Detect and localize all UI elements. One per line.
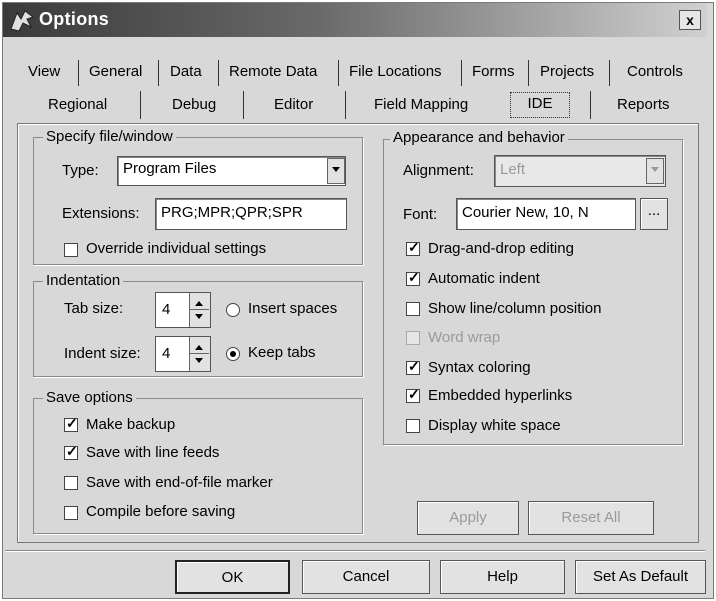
fox-logo-icon [10, 10, 35, 32]
tab-size-label: Tab size: [64, 300, 124, 317]
display-white-space-checkbox[interactable] [406, 419, 420, 433]
window-title: Options [39, 9, 110, 29]
tab-divider [78, 60, 79, 86]
tab-size-stepper[interactable]: 4 [155, 292, 211, 328]
override-settings-checkbox[interactable] [64, 243, 78, 257]
tab-size-value: 4 [162, 301, 171, 318]
automatic-indent-label: Automatic indent [428, 270, 540, 287]
tab-data[interactable]: Data [170, 63, 202, 80]
embedded-hyperlinks-label: Embedded hyperlinks [428, 387, 573, 404]
make-backup-label: Make backup [86, 416, 176, 433]
alignment-dropdown[interactable]: Left [494, 155, 666, 187]
keep-tabs-radio[interactable] [226, 347, 240, 361]
tab-divider [243, 91, 244, 119]
keep-tabs-label: Keep tabs [248, 344, 316, 361]
save-options-legend: Save options [43, 389, 136, 406]
embedded-hyperlinks-checkbox[interactable] [406, 386, 420, 403]
tab-ide[interactable]: IDE [510, 92, 570, 118]
indentation-group-legend: Indentation [43, 272, 124, 289]
tab-reports[interactable]: Reports [617, 96, 670, 113]
syntax-coloring-label: Syntax coloring [428, 359, 531, 376]
extensions-label: Extensions: [62, 205, 140, 222]
eof-marker-label: Save with end-of-file marker [86, 474, 273, 491]
font-label: Font: [403, 206, 438, 223]
tab-regional[interactable]: Regional [48, 96, 107, 113]
syntax-coloring-checkbox[interactable] [406, 358, 420, 375]
tab-general[interactable]: General [89, 63, 142, 80]
display-white-space-label: Display white space [428, 417, 561, 434]
tab-view[interactable]: View [28, 63, 60, 80]
drag-drop-checkbox[interactable] [406, 239, 420, 256]
compile-before-saving-label: Compile before saving [86, 503, 236, 520]
tab-divider [461, 60, 462, 86]
tab-debug[interactable]: Debug [172, 96, 216, 113]
set-as-default-button[interactable]: Set As Default [575, 560, 706, 594]
line-feeds-checkbox[interactable] [64, 443, 78, 460]
indent-size-value: 4 [162, 345, 171, 362]
close-button[interactable]: x [679, 10, 701, 30]
font-input[interactable]: Courier New, 10, N [456, 198, 636, 230]
override-settings-label: Override individual settings [86, 240, 267, 257]
spin-arrows-icon[interactable] [189, 337, 210, 371]
tab-divider [140, 91, 141, 119]
chevron-down-icon[interactable] [646, 158, 664, 184]
type-dropdown[interactable]: Program Files [117, 156, 346, 186]
type-label: Type: [62, 162, 99, 179]
apply-button[interactable]: Apply [417, 501, 519, 535]
tab-divider [338, 60, 339, 86]
indent-size-stepper[interactable]: 4 [155, 336, 211, 372]
show-line-column-label: Show line/column position [428, 300, 602, 317]
cancel-button[interactable]: Cancel [302, 560, 430, 594]
tab-file-locations[interactable]: File Locations [349, 63, 442, 80]
help-button[interactable]: Help [440, 560, 565, 594]
specify-group-legend: Specify file/window [43, 128, 176, 145]
tab-editor[interactable]: Editor [274, 96, 313, 113]
insert-spaces-radio[interactable] [226, 303, 240, 317]
word-wrap-label: Word wrap [428, 329, 501, 346]
footer-divider [5, 550, 705, 552]
drag-drop-label: Drag-and-drop editing [428, 240, 574, 257]
compile-before-saving-checkbox[interactable] [64, 506, 78, 520]
eof-marker-checkbox[interactable] [64, 476, 78, 490]
line-feeds-label: Save with line feeds [86, 444, 220, 461]
tab-divider [590, 91, 591, 119]
chevron-down-icon[interactable] [327, 158, 345, 184]
appearance-group-legend: Appearance and behavior [390, 129, 568, 146]
tab-divider [158, 60, 159, 86]
tab-controls[interactable]: Controls [627, 63, 683, 80]
tab-divider [218, 60, 219, 86]
tab-divider [345, 91, 346, 119]
spin-arrows-icon[interactable] [189, 293, 210, 327]
extensions-input[interactable]: PRG;MPR;QPR;SPR [155, 198, 347, 230]
insert-spaces-label: Insert spaces [248, 300, 338, 317]
tab-remote-data[interactable]: Remote Data [229, 63, 317, 80]
indent-size-label: Indent size: [64, 345, 141, 362]
alignment-label: Alignment: [403, 162, 474, 179]
tab-field-mapping[interactable]: Field Mapping [374, 96, 468, 113]
tab-divider [528, 60, 529, 86]
ok-button[interactable]: OK [175, 560, 290, 594]
tab-projects[interactable]: Projects [540, 63, 594, 80]
make-backup-checkbox[interactable] [64, 415, 78, 432]
tab-forms[interactable]: Forms [472, 63, 515, 80]
title-bar[interactable]: Options x [3, 3, 707, 37]
word-wrap-checkbox[interactable] [406, 331, 420, 345]
font-browse-button[interactable]: ... [640, 198, 668, 230]
show-line-column-checkbox[interactable] [406, 302, 420, 316]
reset-all-button[interactable]: Reset All [528, 501, 654, 535]
automatic-indent-checkbox[interactable] [406, 269, 420, 286]
tab-divider [609, 60, 610, 86]
